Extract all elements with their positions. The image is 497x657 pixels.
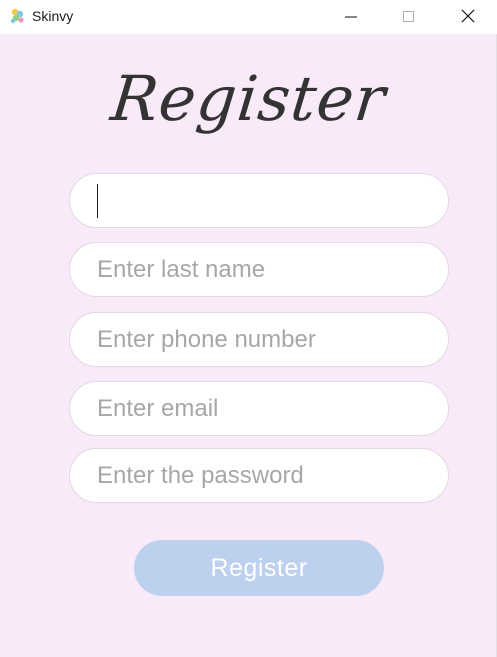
phone-number-placeholder: Enter phone number [97, 325, 316, 353]
last-name-input[interactable]: Enter last name [69, 242, 449, 297]
text-caret [97, 183, 98, 218]
phone-number-input[interactable]: Enter phone number [69, 312, 449, 367]
close-button[interactable] [440, 0, 496, 34]
minimize-icon [345, 8, 357, 27]
maximize-button[interactable] [381, 0, 437, 34]
last-name-placeholder: Enter last name [97, 255, 266, 283]
minimize-button[interactable] [323, 0, 379, 34]
password-input[interactable]: Enter the password [69, 448, 449, 503]
register-button[interactable]: Register [134, 540, 384, 596]
maximize-icon [403, 8, 415, 27]
email-placeholder: Enter email [97, 394, 219, 422]
email-input[interactable]: Enter email [69, 381, 449, 436]
password-placeholder: Enter the password [97, 461, 304, 489]
close-icon [461, 8, 475, 27]
page-title: Register [107, 62, 390, 135]
first-name-input[interactable] [69, 173, 449, 228]
window-title: Skinvy [32, 8, 74, 24]
app-window: Skinvy Register Enter last name Enter ph… [0, 0, 497, 657]
skinvy-app-icon [9, 7, 27, 25]
title-bar[interactable]: Skinvy [0, 0, 497, 34]
